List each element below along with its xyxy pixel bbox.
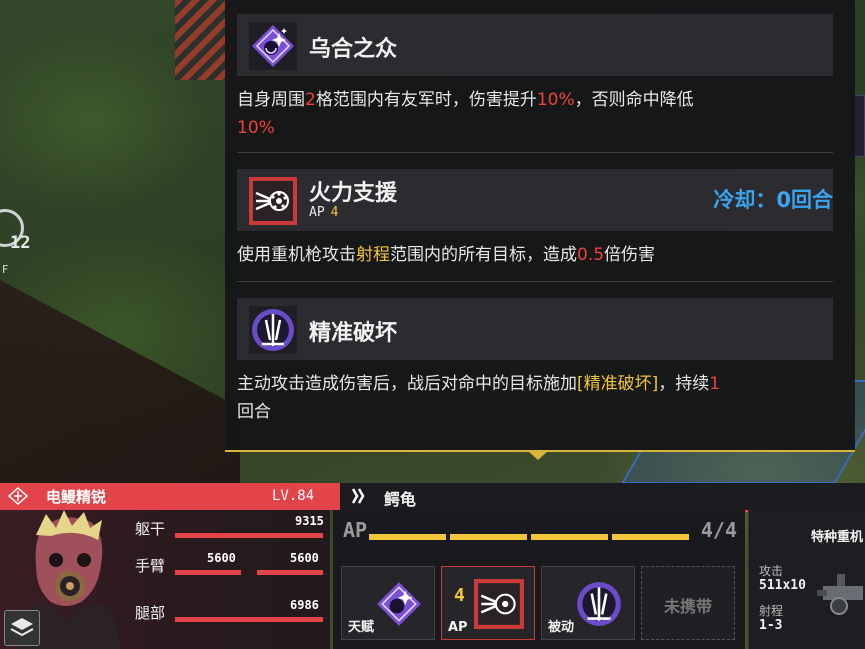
range-value: 1-3 [759, 618, 783, 633]
skill-slot-passive[interactable]: 被动 [541, 566, 635, 640]
ap-segment [612, 534, 689, 540]
ap-label: AP [343, 518, 368, 542]
weapon-name: 特种重机 [811, 530, 864, 545]
crowd-sparkle-icon [377, 582, 421, 626]
divider [237, 281, 833, 282]
ap-segment [531, 534, 608, 540]
layers-icon [10, 618, 34, 637]
hp-bar [175, 617, 323, 622]
layers-button[interactable] [4, 610, 40, 646]
desc-keyword: [精准破坏] [577, 374, 659, 394]
attack-value: 511x10 [759, 578, 806, 593]
stat-value: 9315 [295, 514, 324, 528]
skill-slot-empty[interactable]: 未携带 [641, 566, 735, 640]
pilot-panel: 躯干 9315 手臂 5600 5600 腿部 6986 [0, 510, 330, 649]
desc-text: 主动攻击造成伤害后，战后对命中的目标施加 [237, 374, 577, 394]
heavy-machinegun-icon [474, 579, 524, 629]
desc-text: 范围内的所有目标，造成 [390, 245, 577, 265]
desc-text: 格范围内有友军时，伤害提升 [315, 90, 537, 110]
desc-text: ，否则命中降低 [574, 90, 694, 110]
ap-segment [369, 534, 446, 540]
tooltip-pointer [528, 451, 548, 460]
stat-legs: 腿部 6986 [135, 598, 325, 622]
desc-text: 自身周围 [237, 90, 305, 110]
desc-text: 倍伤害 [604, 245, 656, 265]
hp-bar-right [257, 570, 323, 575]
precision-strike-icon [577, 582, 621, 626]
skill-title: 火力支援 [309, 181, 398, 206]
stat-value-left: 5600 [207, 551, 236, 565]
stat-label: 手臂 [135, 557, 166, 575]
divider [237, 152, 833, 153]
skill-entry: 乌合之众 自身周围2格范围内有友军时，伤害提升10%，否则命中降低 10% [237, 14, 833, 142]
skill-header: 精准破坏 [237, 298, 833, 360]
floor-label: F [2, 263, 9, 276]
pilot-level: LV.84 [272, 488, 315, 504]
skill-tooltip: 乌合之众 自身周围2格范围内有友军时，伤害提升10%，否则命中降低 10% 火力支… [225, 0, 855, 460]
precision-strike-icon [249, 306, 297, 354]
action-point-panel: AP 4/4 天赋 4 AP 被动 未携带 [333, 510, 745, 649]
unit-header: 电鳗精锐 LV.84 鳄龟 [0, 480, 865, 512]
skill-description: 主动攻击造成伤害后，战后对命中的目标施加[精准破坏]，持续1 回合 [237, 360, 833, 426]
pilot-banner[interactable]: 电鳗精锐 LV.84 [0, 483, 340, 510]
stat-value: 6986 [290, 598, 319, 612]
skill-entry: 精准破坏 主动攻击造成伤害后，战后对命中的目标施加[精准破坏]，持续1 回合 [237, 298, 833, 426]
desc-highlight: 10% [536, 90, 575, 110]
desc-text: 使用重机枪攻击 [237, 245, 356, 265]
skill-header: 火力支援 AP 4 冷却：0回合 [237, 169, 833, 231]
ap-label: AP [309, 205, 325, 220]
attack-label: 攻击 [759, 564, 784, 578]
skill-slot-talent[interactable]: 天赋 [341, 566, 435, 640]
crowd-sparkle-icon [249, 22, 297, 70]
turn-clock: 12 F [0, 205, 38, 276]
slot-ap-cost: 4 [454, 585, 465, 606]
mech-class-icon [351, 488, 365, 504]
unit-status-panel: 电鳗精锐 LV.84 鳄龟 躯干 9315 手臂 5600 5600 腿部 69… [0, 480, 865, 649]
stat-arms: 手臂 5600 5600 [135, 551, 325, 575]
desc-highlight: 10% [237, 118, 275, 138]
stat-label: 躯干 [135, 520, 166, 538]
skill-description: 使用重机枪攻击射程范围内的所有目标，造成0.5倍伤害 [237, 231, 833, 269]
mech-name: 鳄龟 [384, 490, 417, 509]
pilot-name: 电鳗精锐 [46, 488, 107, 506]
ap-counter: 4/4 [700, 518, 737, 542]
stat-label: 腿部 [135, 604, 166, 622]
skill-ap-cost: AP 4 [309, 205, 338, 220]
slot-label: 天赋 [348, 620, 375, 635]
skill-header: 乌合之众 [237, 14, 833, 76]
hp-bar [175, 533, 323, 538]
weapon-panel[interactable]: 特种重机 攻击 511x10 射程 1-3 [748, 510, 865, 649]
cooldown-text: 冷却：0回合 [713, 188, 833, 212]
desc-highlight: 2 [305, 90, 316, 110]
ap-segment [450, 534, 527, 540]
desc-highlight: 1 [709, 374, 721, 394]
desc-highlight: 0.5 [577, 245, 605, 265]
heavy-machinegun-image [817, 574, 863, 615]
skill-title: 精准破坏 [309, 321, 398, 346]
skill-slot-active[interactable]: 4 AP [441, 566, 535, 640]
stat-value-right: 5600 [290, 551, 319, 565]
slot-label: 被动 [548, 620, 575, 635]
clock-number: 12 [10, 233, 31, 253]
skill-title: 乌合之众 [309, 37, 398, 62]
faction-emblem-icon [8, 487, 28, 505]
mech-banner[interactable]: 鳄龟 [340, 483, 865, 512]
stat-torso: 躯干 9315 [135, 514, 325, 538]
desc-keyword: 射程 [356, 245, 390, 265]
range-label: 射程 [759, 604, 784, 618]
skill-entry: 火力支援 AP 4 冷却：0回合 使用重机枪攻击射程范围内的所有目标，造成0.5倍… [237, 169, 833, 269]
hp-bar-left [175, 570, 241, 575]
slot-label: AP [448, 620, 468, 635]
skill-description: 自身周围2格范围内有友军时，伤害提升10%，否则命中降低 10% [237, 76, 833, 142]
slot-empty-label: 未携带 [663, 597, 712, 616]
ap-value: 4 [330, 205, 339, 220]
desc-text: 回合 [237, 402, 271, 422]
desc-text: ，持续 [658, 374, 710, 394]
heavy-machinegun-icon [249, 177, 297, 225]
